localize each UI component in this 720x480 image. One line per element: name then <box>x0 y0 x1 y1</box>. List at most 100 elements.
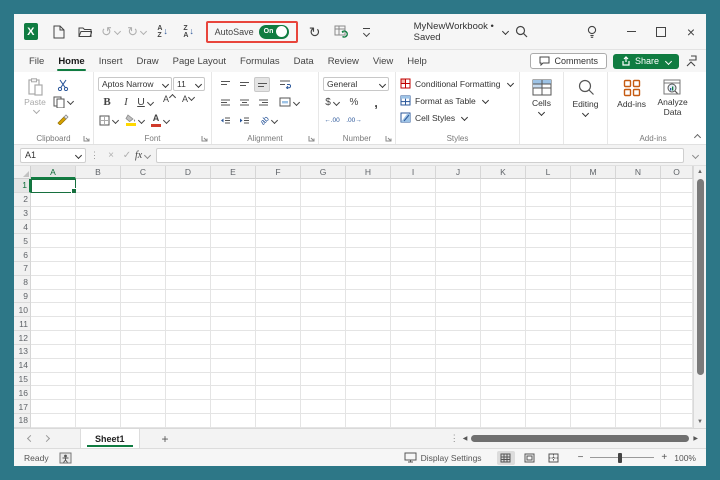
cell-D5[interactable] <box>166 234 211 249</box>
column-header-G[interactable]: G <box>301 166 346 179</box>
cell-M16[interactable] <box>571 386 616 401</box>
column-header-K[interactable]: K <box>481 166 526 179</box>
cell-H14[interactable] <box>346 358 391 373</box>
cell-D8[interactable] <box>166 275 211 290</box>
cell-B7[interactable] <box>76 261 121 276</box>
wrap-text-button[interactable] <box>276 77 294 92</box>
cell-D11[interactable] <box>166 317 211 332</box>
cell-E5[interactable] <box>211 234 256 249</box>
cell-B3[interactable] <box>76 206 121 221</box>
cell-H11[interactable] <box>346 317 391 332</box>
cell-I16[interactable] <box>391 386 436 401</box>
cell-E14[interactable] <box>211 358 256 373</box>
cell-D3[interactable] <box>166 206 211 221</box>
cell-H7[interactable] <box>346 261 391 276</box>
cell-O10[interactable] <box>661 303 693 318</box>
cell-L9[interactable] <box>526 289 571 304</box>
cell-H15[interactable] <box>346 372 391 387</box>
cell-C16[interactable] <box>121 386 166 401</box>
cell-H10[interactable] <box>346 303 391 318</box>
cell-K9[interactable] <box>481 289 526 304</box>
cell-B14[interactable] <box>76 358 121 373</box>
cell-M9[interactable] <box>571 289 616 304</box>
cell-G8[interactable] <box>301 275 346 290</box>
cell-I18[interactable] <box>391 414 436 428</box>
cell-C2[interactable] <box>121 192 166 207</box>
cell-F7[interactable] <box>256 261 301 276</box>
cell-O14[interactable] <box>661 358 693 373</box>
cell-K11[interactable] <box>481 317 526 332</box>
cell-J18[interactable] <box>436 414 481 428</box>
expand-formula-bar-button[interactable] <box>691 151 700 159</box>
cell-D2[interactable] <box>166 192 211 207</box>
cell-I4[interactable] <box>391 220 436 235</box>
cell-styles-button[interactable]: Cell Styles <box>400 109 515 126</box>
display-settings-button[interactable]: Display Settings <box>404 452 482 463</box>
comments-button[interactable]: Comments <box>530 53 607 69</box>
minimize-button[interactable] <box>616 18 646 46</box>
cell-C4[interactable] <box>121 220 166 235</box>
cell-H18[interactable] <box>346 414 391 428</box>
row-header-13[interactable]: 13 <box>14 344 31 359</box>
cell-I3[interactable] <box>391 206 436 221</box>
cell-E11[interactable] <box>211 317 256 332</box>
cell-E1[interactable] <box>211 179 256 193</box>
cell-M6[interactable] <box>571 248 616 262</box>
row-header-10[interactable]: 10 <box>14 303 31 318</box>
cell-O17[interactable] <box>661 400 693 415</box>
cell-L14[interactable] <box>526 358 571 373</box>
cell-F15[interactable] <box>256 372 301 387</box>
column-header-L[interactable]: L <box>526 166 571 179</box>
cell-K1[interactable] <box>481 179 526 193</box>
cell-B8[interactable] <box>76 275 121 290</box>
cell-M10[interactable] <box>571 303 616 318</box>
cell-H9[interactable] <box>346 289 391 304</box>
cell-C9[interactable] <box>121 289 166 304</box>
column-header-A[interactable]: A <box>31 166 76 179</box>
refresh-all-button[interactable] <box>329 20 353 44</box>
cell-D17[interactable] <box>166 400 211 415</box>
orientation-button[interactable]: ab <box>258 113 278 128</box>
cell-E4[interactable] <box>211 220 256 235</box>
tab-review[interactable]: Review <box>321 53 366 70</box>
cell-J15[interactable] <box>436 372 481 387</box>
cell-K14[interactable] <box>481 358 526 373</box>
cell-F11[interactable] <box>256 317 301 332</box>
cell-A3[interactable] <box>31 206 76 221</box>
cell-F14[interactable] <box>256 358 301 373</box>
cell-E2[interactable] <box>211 192 256 207</box>
cell-O8[interactable] <box>661 275 693 290</box>
cell-G7[interactable] <box>301 261 346 276</box>
cell-B10[interactable] <box>76 303 121 318</box>
row-header-5[interactable]: 5 <box>14 234 31 249</box>
cell-B17[interactable] <box>76 400 121 415</box>
cell-M8[interactable] <box>571 275 616 290</box>
cell-B1[interactable] <box>76 179 121 193</box>
cell-B9[interactable] <box>76 289 121 304</box>
scroll-up-arrow[interactable]: ▲ <box>697 166 703 178</box>
row-header-9[interactable]: 9 <box>14 289 31 304</box>
cell-K12[interactable] <box>481 331 526 345</box>
refresh-button[interactable]: ↻ <box>303 20 327 44</box>
row-header-16[interactable]: 16 <box>14 386 31 401</box>
cell-F16[interactable] <box>256 386 301 401</box>
cell-B6[interactable] <box>76 248 121 262</box>
ribbon-display-options-icon[interactable] <box>685 55 698 67</box>
cell-N10[interactable] <box>616 303 661 318</box>
cell-O11[interactable] <box>661 317 693 332</box>
vertical-scrollbar[interactable]: ▲ ▼ <box>693 166 706 428</box>
cell-I5[interactable] <box>391 234 436 249</box>
cell-N6[interactable] <box>616 248 661 262</box>
cell-O16[interactable] <box>661 386 693 401</box>
autosave-toggle[interactable]: On <box>258 24 289 39</box>
cell-L12[interactable] <box>526 331 571 345</box>
cell-A8[interactable] <box>31 275 76 290</box>
cell-D6[interactable] <box>166 248 211 262</box>
cell-N8[interactable] <box>616 275 661 290</box>
cell-A13[interactable] <box>31 344 76 359</box>
cell-K6[interactable] <box>481 248 526 262</box>
cell-G4[interactable] <box>301 220 346 235</box>
cell-E15[interactable] <box>211 372 256 387</box>
selected-cell-A1[interactable] <box>31 179 77 194</box>
cell-F12[interactable] <box>256 331 301 345</box>
